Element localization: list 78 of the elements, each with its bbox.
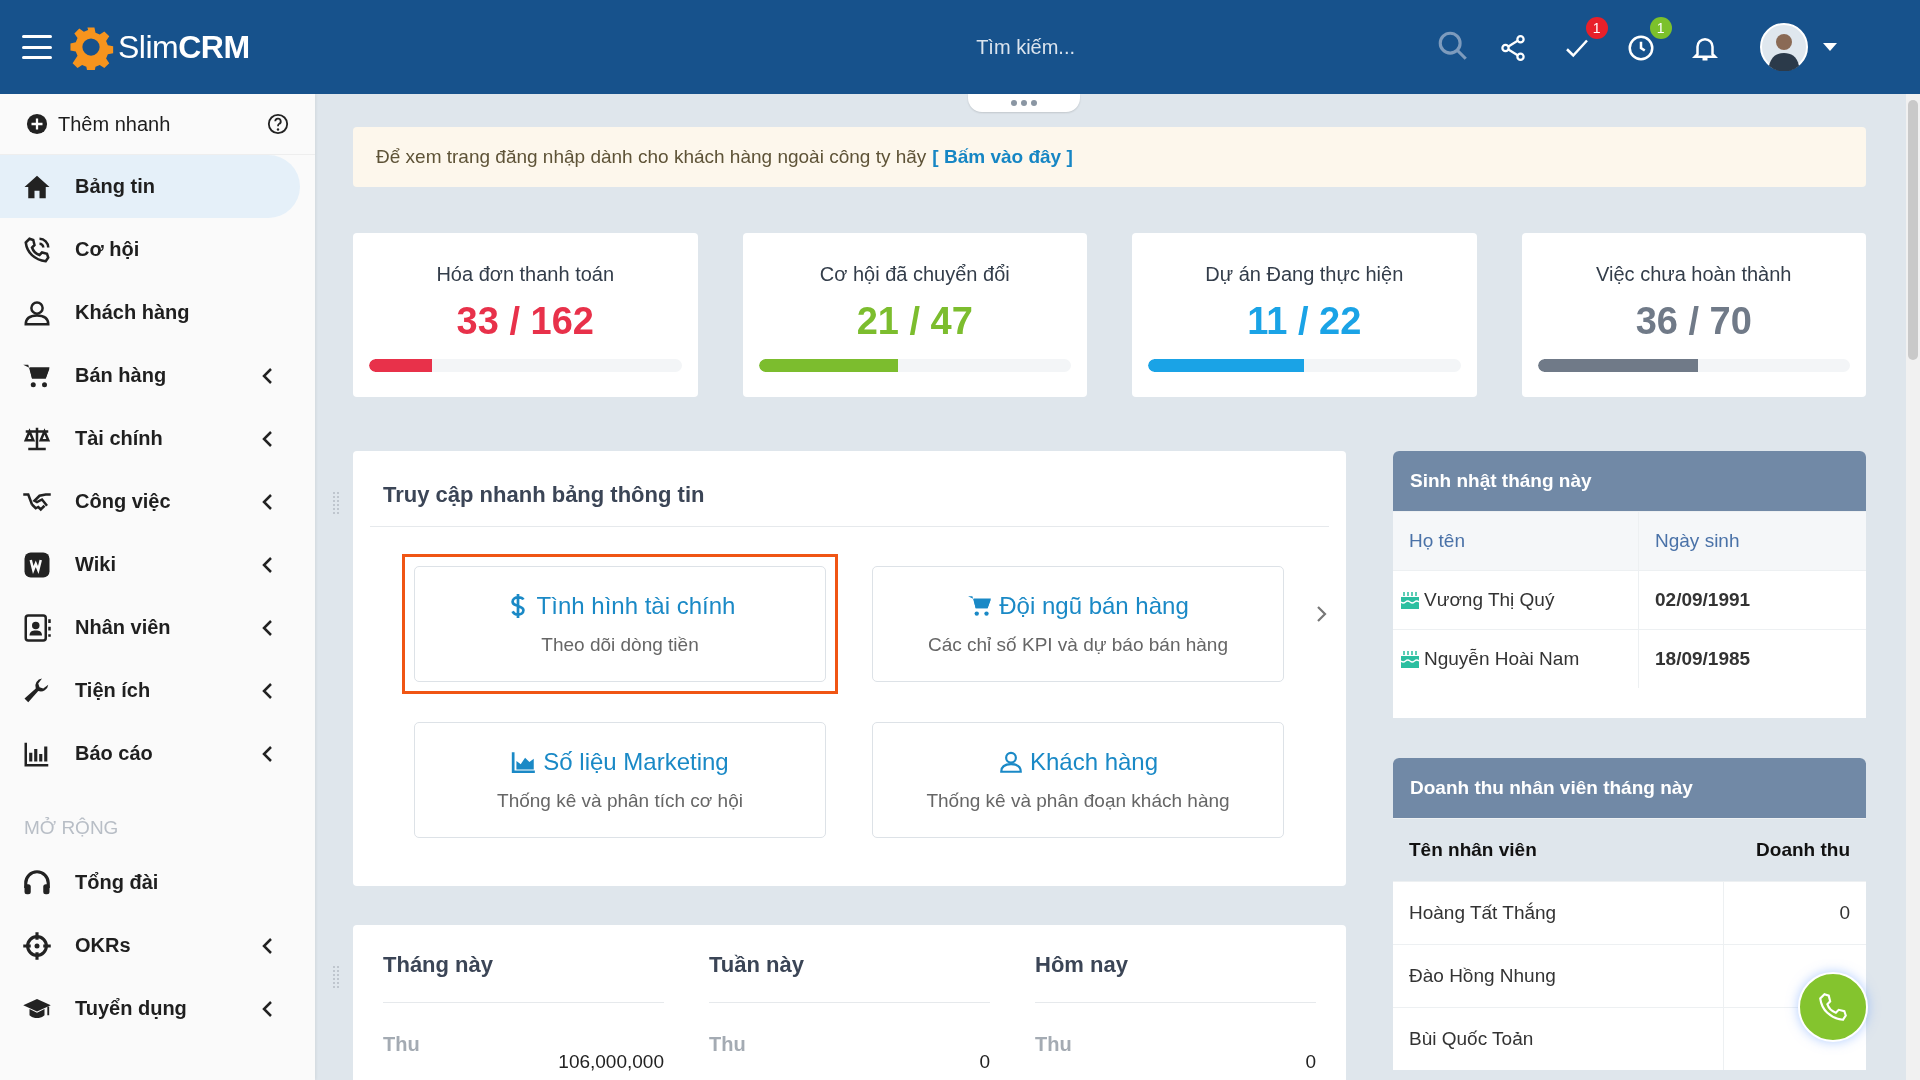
notice-text: Để xem trang đăng nhập dành cho khách hàng ngoài công ty hãy <box>376 146 927 168</box>
row-label: Thu <box>709 1033 746 1057</box>
notification-badge: 1 <box>1585 17 1608 39</box>
avatar-icon <box>1759 23 1808 71</box>
collapse-handle[interactable] <box>968 94 1080 112</box>
row-label: Thu <box>1035 1033 1072 1057</box>
logo-text: SlimCRM <box>118 28 250 66</box>
quick-add-button[interactable]: Thêm nhanh <box>26 112 171 136</box>
table-cell: 02/09/1991 <box>1638 570 1866 630</box>
plus-icon <box>26 113 48 135</box>
period-title: Hôm nay <box>1035 952 1316 1003</box>
card-header: Doanh thu nhân viên tháng này <box>1393 758 1866 818</box>
stat-value: 36 / 70 <box>1634 300 1753 343</box>
cart-icon <box>967 593 994 619</box>
sidebar-item[interactable]: Tổng đài <box>0 851 300 914</box>
stat-value: 33 / 162 <box>455 300 595 343</box>
next-button[interactable] <box>1315 604 1329 624</box>
amount: 106,000,000 <box>558 1051 664 1073</box>
sidebar-item[interactable]: Tiện ích <box>0 659 300 722</box>
stat-title: Dự án Đang thực hiện <box>1204 263 1405 286</box>
stat-title: Việc chưa hoàn thành <box>1595 263 1793 286</box>
dashboard-tile[interactable]: Khách hàng Thống kê và phân đoạn khách hàng <box>872 722 1284 838</box>
column-header: Ngày sinh <box>1638 511 1866 571</box>
sidebar-item[interactable]: OKRs <box>0 914 300 977</box>
area-chart-icon <box>511 749 538 775</box>
sidebar-item[interactable]: Bán hàng <box>0 344 300 407</box>
help-icon[interactable] <box>267 113 289 135</box>
contact-card-icon <box>22 612 52 643</box>
menu-button[interactable] <box>22 35 52 59</box>
stat-value: 11 / 22 <box>1246 300 1363 343</box>
search-field[interactable]: Tìm kiếm... <box>699 29 1352 65</box>
phone-icon <box>22 234 52 265</box>
amount: 0 <box>1305 1051 1316 1073</box>
sidebar-item[interactable]: Wiki <box>0 533 300 596</box>
sidebar-item[interactable]: Tuyển dụng <box>0 977 300 1040</box>
cake-icon <box>1400 590 1420 610</box>
stat-title: Hóa đơn thanh toán <box>435 263 616 286</box>
drag-handle-icon[interactable] <box>333 491 339 517</box>
cake-icon <box>1400 649 1420 669</box>
table-cell: Đào Hồng Nhung <box>1393 944 1724 1008</box>
table-cell: 0 <box>1723 881 1866 945</box>
checkmark-button[interactable]: 1 <box>1561 17 1608 65</box>
period-title: Tuần này <box>709 952 990 1003</box>
person-name: Vương Thị Quý <box>1424 589 1555 611</box>
card-header: Sinh nhật tháng này <box>1393 451 1866 511</box>
dashboard-tile[interactable]: Đội ngũ bán hàng Các chỉ số KPI và dự báo bán hàng <box>872 566 1284 682</box>
phone-icon <box>1816 990 1850 1024</box>
person-name: Nguyễn Hoài Nam <box>1424 648 1580 670</box>
table-cell: 18/09/1985 <box>1638 629 1866 688</box>
crosshair-icon <box>22 930 52 961</box>
sidebar-item[interactable]: Báo cáo <box>0 722 300 785</box>
sidebar-item[interactable]: Cơ hội <box>0 218 300 281</box>
dashboard-tile[interactable]: Số liệu Marketing Thống kê và phân tích cơ hội <box>414 722 826 838</box>
sidebar-item[interactable]: Công việc <box>0 470 300 533</box>
amount: 0 <box>979 1051 990 1073</box>
scrollbar[interactable] <box>1906 94 1920 1080</box>
dashboard-tile[interactable]: Tình hình tài chính Theo dõi dòng tiền <box>414 566 826 682</box>
user-icon <box>997 749 1024 775</box>
row-label: Thu <box>383 1033 420 1057</box>
stat-value: 21 / 47 <box>855 300 974 343</box>
table-cell: Bùi Quốc Toản <box>1393 1007 1724 1070</box>
panel-title: Truy cập nhanh bảng thông tin <box>370 451 1329 527</box>
link[interactable]: [ Bấm vào đây ] <box>932 146 1073 168</box>
drag-handle-icon[interactable] <box>333 965 339 991</box>
sidebar-item[interactable]: Bảng tin <box>0 155 300 218</box>
column-header: Doanh thu <box>1723 818 1866 882</box>
user-menu-button[interactable] <box>1759 23 1838 71</box>
table-cell: Hoàng Tất Thắng <box>1393 881 1724 945</box>
period-title: Tháng này <box>383 952 664 1003</box>
sidebar-item[interactable]: Tài chính <box>0 407 300 470</box>
column-header: Tên nhân viên <box>1393 818 1724 882</box>
sidebar-item[interactable]: Khách hàng <box>0 281 300 344</box>
section-heading: MỞ RỘNG <box>23 816 120 840</box>
column-header: Họ tên <box>1393 511 1639 571</box>
sidebar-item[interactable]: Nhân viên <box>0 596 300 659</box>
notification-badge: 1 <box>1649 17 1672 39</box>
stat-title: Cơ hội đã chuyển đổi <box>818 263 1011 286</box>
caret-icon <box>1821 42 1838 52</box>
